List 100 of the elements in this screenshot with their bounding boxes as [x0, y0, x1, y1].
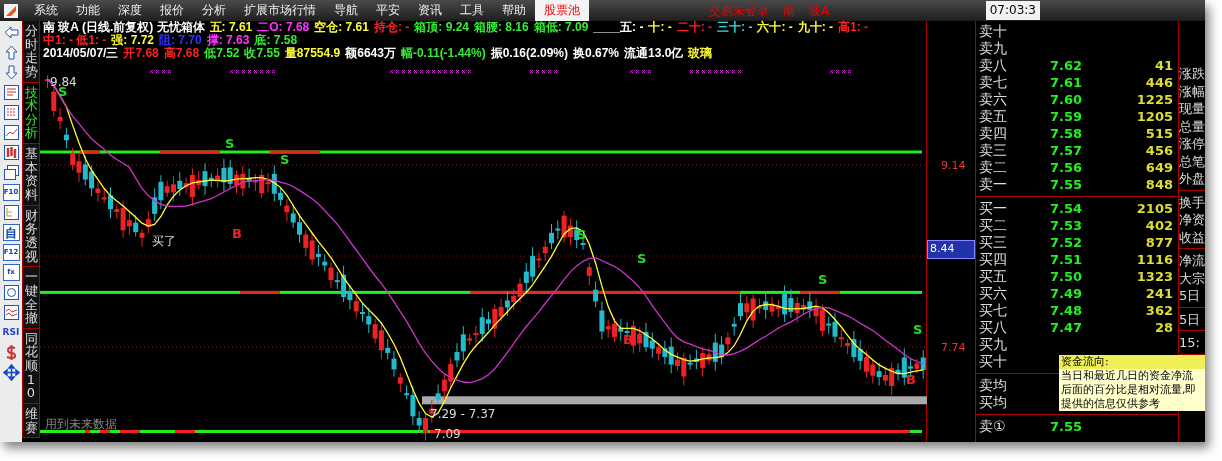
menu-item[interactable]: 平安	[367, 0, 409, 21]
order-price: 7.53	[1048, 216, 1084, 235]
logo-icon	[3, 2, 19, 19]
stat-label: 总量	[1179, 117, 1205, 135]
order-label: 买均	[978, 393, 1008, 412]
indicator-text: 玻璃	[688, 47, 713, 60]
order-price: 7.56	[1048, 158, 1084, 177]
stat-label: 收益	[1179, 228, 1205, 246]
stat-label: 大宗	[1179, 269, 1205, 287]
order-label: 买九	[978, 335, 1008, 354]
order-label: 卖九	[978, 39, 1008, 58]
arrow-left-icon[interactable]	[2, 24, 20, 41]
side-tab[interactable]: 技术分析	[22, 82, 40, 145]
side-tab[interactable]: 同花顺10	[22, 328, 40, 404]
side-tab[interactable]: 财务透视	[22, 205, 40, 268]
stat-label: 涨幅	[1179, 82, 1205, 100]
order-volume: 41	[1153, 56, 1174, 75]
order-volume: 1205	[1135, 107, 1174, 126]
toolbar-button[interactable]: 自	[2, 224, 20, 241]
tooltip-text: 当日和最近几日的资金净流	[1060, 369, 1194, 383]
grid-icon[interactable]	[2, 104, 20, 121]
indicator-text: 振0.16(2.09%)	[490, 47, 568, 60]
sell-signal-text: S	[913, 322, 923, 337]
move-icon[interactable]	[2, 364, 20, 381]
indicator-text: 空仓: 7.61	[314, 21, 369, 34]
indicator-text: 高7.68	[163, 47, 200, 60]
arrow-down-icon[interactable]	[2, 64, 20, 81]
candles-icon[interactable]	[2, 144, 20, 161]
arrow-up-icon[interactable]	[2, 44, 20, 61]
menu-item[interactable]: 工具	[451, 0, 493, 21]
indicator-text: 箱腰: 8.16	[474, 21, 529, 34]
order-price: 7.55	[1048, 417, 1084, 436]
price-label: 买了	[152, 234, 176, 248]
axis-label: 9.14	[941, 158, 966, 174]
buy-signal-text: B	[232, 226, 242, 241]
status-text: 玻A	[809, 2, 830, 20]
wave-icon[interactable]	[2, 304, 20, 321]
menu-item[interactable]: 分析	[193, 0, 235, 21]
axis-label: 7.74	[941, 340, 966, 356]
menu-item[interactable]: 资讯	[409, 0, 451, 21]
menu-item[interactable]: 深度	[109, 0, 151, 21]
toolbar-button[interactable]: RSI	[2, 324, 20, 341]
menu-item[interactable]: 导航	[325, 0, 367, 21]
side-tab[interactable]: 分时走势	[22, 21, 40, 83]
sell-signal-text: S	[637, 251, 647, 266]
side-tab[interactable]: 维赛	[22, 404, 40, 439]
tree-icon[interactable]	[2, 204, 20, 221]
order-volume: 241	[1144, 284, 1174, 303]
indicator-text: 三十: -	[717, 21, 753, 34]
indicator-text: 持仓: -	[373, 21, 410, 34]
indicator-text: 额6643万	[345, 47, 396, 60]
tooltip-text: 提供的信息仅供参考	[1060, 397, 1161, 411]
order-label: 卖均	[978, 376, 1008, 395]
indicator-text: 二O: 7.68	[257, 21, 310, 34]
side-tab[interactable]: 一键全撤	[22, 267, 40, 329]
order-label: 买五	[978, 267, 1008, 286]
sell-signal-text: S	[818, 272, 828, 287]
order-label: 买二	[978, 216, 1008, 235]
order-label: 买四	[978, 250, 1008, 269]
status-text: 交易未登录	[709, 2, 769, 20]
order-label: 卖八	[978, 56, 1008, 75]
stat-label: 净流	[1179, 252, 1205, 270]
order-label: 卖一	[978, 175, 1008, 194]
indicator-text: 底: 7.58	[254, 34, 298, 47]
menu-item[interactable]: 系统	[25, 0, 67, 21]
menu-item[interactable]: 报价	[151, 0, 193, 21]
indicator-text: 幅-0.11(-1.44%)	[400, 47, 486, 60]
order-label: 卖三	[978, 141, 1008, 160]
indicator-text: 流通13.0亿	[624, 47, 684, 60]
indicator-text: 南 玻A (日线.前复权) 无忧箱体	[43, 21, 205, 34]
order-volume: 848	[1144, 175, 1174, 194]
order-label: 买十	[978, 352, 1008, 371]
order-label: 买三	[978, 233, 1008, 252]
order-price: 7.61	[1048, 73, 1084, 92]
indicator-text: 二十: -	[676, 21, 713, 34]
stat-label: 换手	[1179, 193, 1205, 211]
clock-text: 07:03:3	[985, 1, 1040, 20]
menu-item[interactable]: 股票池	[535, 0, 589, 21]
report-icon[interactable]	[2, 84, 20, 101]
indicator-text: 五: 7.61	[209, 21, 253, 34]
indicator-text: 箱低: 7.09	[533, 21, 589, 34]
pages-icon[interactable]	[2, 164, 20, 181]
indicator-text: 箱顶: 9.24	[414, 21, 469, 34]
menu-item[interactable]: 扩展市场行情	[235, 0, 325, 21]
order-price: 7.48	[1048, 301, 1084, 320]
side-tab[interactable]: 基本资料	[22, 144, 40, 206]
indicator-text: 换0.67%	[573, 47, 620, 60]
order-label: 买一	[978, 199, 1008, 218]
indicator-text: 六十: -	[757, 21, 793, 34]
stat-label: 现量	[1179, 100, 1205, 118]
order-price: 7.50	[1048, 267, 1084, 286]
indicator-text: 量87554.9	[284, 47, 341, 60]
stat-label: 外盘	[1179, 170, 1205, 188]
hint-text: 用到未来数据	[45, 417, 117, 431]
stat-label: 总笔	[1179, 152, 1205, 170]
indicator-text: 开7.68	[123, 47, 159, 60]
menu-item[interactable]: 帮助	[493, 0, 535, 21]
menu-item[interactable]: 功能	[67, 0, 109, 21]
order-volume: 1323	[1135, 267, 1174, 286]
order-label: 卖①	[978, 417, 1007, 436]
